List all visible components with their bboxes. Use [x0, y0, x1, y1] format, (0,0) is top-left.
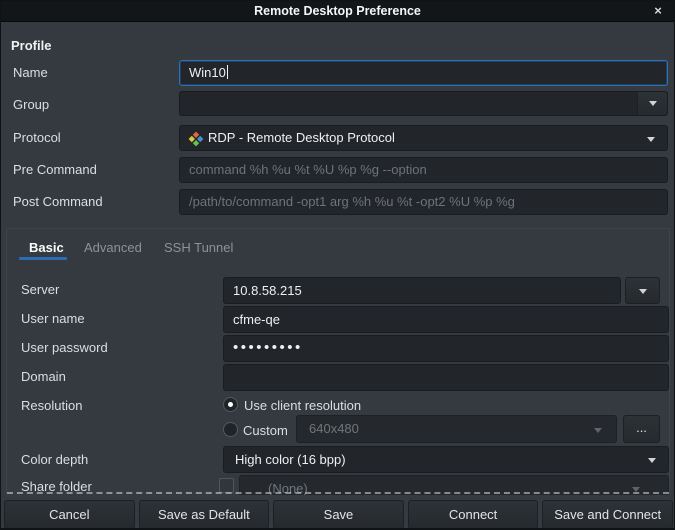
group-combobox[interactable]	[179, 91, 668, 116]
remote-desktop-preference-dialog: Remote Desktop Preference × Profile Name…	[0, 0, 675, 530]
post-command-input[interactable]: /path/to/command -opt1 arg %h %u %t -opt…	[179, 189, 668, 215]
chevron-down-icon	[639, 289, 647, 294]
custom-resolution-value: 640x480	[309, 421, 359, 436]
name-label: Name	[13, 65, 48, 81]
server-label: Server	[21, 282, 59, 298]
custom-resolution-combobox[interactable]: 640x480	[296, 415, 617, 443]
profile-section-title: Profile	[11, 38, 51, 53]
color-depth-value: High color (16 bpp)	[235, 452, 346, 467]
ellipsis-icon: ...	[636, 420, 647, 435]
chevron-down-icon	[649, 101, 657, 106]
protocol-dropdown[interactable]: RDP - Remote Desktop Protocol	[179, 125, 668, 151]
pre-command-label: Pre Command	[13, 162, 97, 178]
custom-resolution-radio[interactable]	[223, 422, 238, 437]
user-name-label: User name	[21, 311, 85, 327]
use-client-resolution-radio[interactable]	[223, 397, 238, 412]
save-button[interactable]: Save	[273, 500, 404, 529]
group-dropdown-button[interactable]	[637, 92, 667, 115]
save-as-default-button[interactable]: Save as Default	[139, 500, 270, 529]
protocol-label: Protocol	[13, 130, 61, 146]
tab-advanced[interactable]: Advanced	[84, 240, 142, 256]
chevron-down-icon	[647, 137, 655, 142]
color-depth-label: Color depth	[21, 452, 88, 468]
chevron-down-icon	[594, 428, 602, 433]
user-password-input[interactable]: •••••••••	[223, 335, 669, 362]
text-caret	[227, 65, 228, 79]
resolution-label: Resolution	[21, 398, 82, 414]
server-value: 10.8.58.215	[233, 283, 302, 298]
chevron-down-icon	[648, 458, 656, 463]
name-input[interactable]: Win10	[179, 60, 668, 86]
titlebar[interactable]: Remote Desktop Preference ×	[1, 1, 674, 22]
save-and-connect-button[interactable]: Save and Connect	[542, 500, 673, 529]
tab-basic[interactable]: Basic	[29, 240, 64, 256]
post-command-label: Post Command	[13, 194, 103, 210]
pre-command-input[interactable]: command %h %u %t %U %p %g --option	[179, 157, 668, 183]
connect-button[interactable]: Connect	[408, 500, 539, 529]
scroll-undershoot-indicator	[7, 492, 669, 494]
group-label: Group	[13, 97, 49, 113]
user-password-value: •••••••••	[233, 339, 303, 356]
name-value: Win10	[189, 65, 226, 80]
user-name-value: cfme-qe	[233, 312, 280, 327]
radio-dot-icon	[228, 402, 233, 407]
close-icon[interactable]: ×	[650, 3, 666, 19]
cancel-button[interactable]: Cancel	[4, 500, 135, 529]
domain-label: Domain	[21, 369, 66, 385]
user-password-label: User password	[21, 340, 108, 356]
protocol-value: RDP - Remote Desktop Protocol	[208, 130, 395, 145]
window-title: Remote Desktop Preference	[1, 4, 674, 18]
use-client-resolution-label: Use client resolution	[244, 398, 361, 414]
server-input[interactable]: 10.8.58.215	[223, 277, 621, 304]
server-dropdown-button[interactable]	[625, 277, 660, 304]
custom-resolution-label: Custom	[243, 423, 288, 439]
pre-command-placeholder: command %h %u %t %U %p %g --option	[189, 162, 427, 177]
user-name-input[interactable]: cfme-qe	[223, 306, 669, 333]
resolution-more-button[interactable]: ...	[623, 415, 660, 443]
rdp-protocol-icon	[188, 131, 204, 147]
active-tab-indicator	[19, 257, 67, 260]
domain-input[interactable]	[223, 364, 669, 391]
tab-ssh-tunnel[interactable]: SSH Tunnel	[164, 240, 233, 256]
post-command-placeholder: /path/to/command -opt1 arg %h %u %t -opt…	[189, 194, 515, 209]
share-folder-checkbox[interactable]	[219, 478, 234, 493]
color-depth-dropdown[interactable]: High color (16 bpp)	[223, 446, 669, 473]
dialog-action-bar: Cancel Save as Default Save Connect Save…	[4, 500, 673, 529]
